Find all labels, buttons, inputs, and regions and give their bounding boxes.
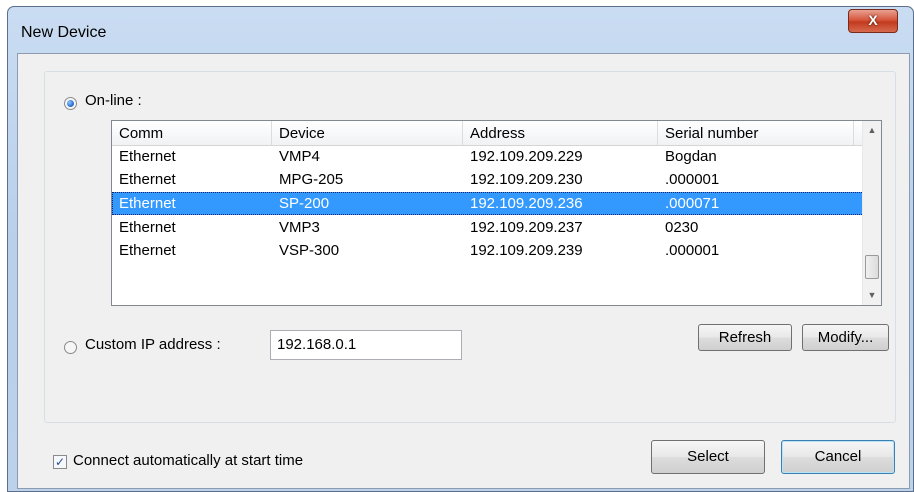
title-bar[interactable]: New Device X bbox=[8, 7, 913, 53]
column-serial-number[interactable]: Serial number bbox=[658, 121, 854, 145]
cell-device: MPG-205 bbox=[279, 171, 344, 188]
cell-device: VMP4 bbox=[279, 148, 320, 165]
modify-button[interactable]: Modify... bbox=[802, 324, 889, 351]
cell-comm: Ethernet bbox=[119, 195, 176, 212]
dialog-title: New Device bbox=[21, 24, 107, 41]
cell-address: 192.109.209.230 bbox=[470, 171, 583, 188]
custom-ip-input[interactable]: 192.168.0.1 bbox=[270, 330, 462, 360]
column-comm[interactable]: Comm bbox=[112, 121, 272, 145]
new-device-dialog: New Device X On-line : Comm Device Addre… bbox=[7, 6, 914, 492]
table-row-selected[interactable]: Ethernet SP-200 192.109.209.236 .000071 bbox=[112, 192, 864, 215]
table-row[interactable]: Ethernet VSP-300 192.109.209.239 .000001 bbox=[112, 239, 864, 262]
table-row[interactable]: Ethernet MPG-205 192.109.209.230 .000001 bbox=[112, 168, 864, 191]
cell-comm: Ethernet bbox=[119, 148, 176, 165]
cell-serial: .000071 bbox=[665, 195, 720, 212]
cancel-button[interactable]: Cancel bbox=[781, 440, 895, 474]
cell-device: VSP-300 bbox=[279, 242, 340, 259]
dialog-body: On-line : Comm Device Address Serial num… bbox=[17, 53, 910, 489]
scroll-up-arrow-icon[interactable]: ▲ bbox=[863, 122, 881, 139]
refresh-button[interactable]: Refresh bbox=[698, 324, 792, 351]
cell-serial: Bogdan bbox=[665, 148, 717, 165]
column-device[interactable]: Device bbox=[272, 121, 463, 145]
column-address[interactable]: Address bbox=[463, 121, 658, 145]
cell-device: VMP3 bbox=[279, 219, 320, 236]
cell-comm: Ethernet bbox=[119, 219, 176, 236]
cell-address: 192.109.209.239 bbox=[470, 242, 583, 259]
close-button[interactable]: X bbox=[848, 9, 898, 33]
custom-ip-radio[interactable] bbox=[64, 341, 77, 354]
device-list-header: Comm Device Address Serial number bbox=[112, 121, 864, 146]
select-button[interactable]: Select bbox=[651, 440, 765, 474]
cell-address: 192.109.209.237 bbox=[470, 219, 583, 236]
online-label: On-line : bbox=[85, 92, 142, 109]
autoconnect-checkbox[interactable]: ✓ bbox=[53, 455, 67, 469]
cell-device: SP-200 bbox=[279, 195, 330, 212]
cell-comm: Ethernet bbox=[119, 242, 176, 259]
vertical-scrollbar[interactable]: ▲ ▼ bbox=[862, 121, 881, 305]
scroll-down-arrow-icon[interactable]: ▼ bbox=[863, 287, 881, 304]
table-row[interactable]: Ethernet VMP4 192.109.209.229 Bogdan bbox=[112, 145, 864, 168]
cell-serial: .000001 bbox=[665, 171, 720, 188]
cell-comm: Ethernet bbox=[119, 171, 176, 188]
scrollbar-thumb[interactable] bbox=[865, 255, 879, 279]
online-radio[interactable] bbox=[64, 97, 77, 110]
table-row[interactable]: Ethernet VMP3 192.109.209.237 0230 bbox=[112, 216, 864, 239]
autoconnect-label: Connect automatically at start time bbox=[73, 452, 304, 469]
custom-ip-label: Custom IP address : bbox=[85, 336, 221, 353]
cell-address: 192.109.209.236 bbox=[470, 195, 583, 212]
cell-serial: .000001 bbox=[665, 242, 720, 259]
device-list[interactable]: Comm Device Address Serial number Ethern… bbox=[111, 120, 882, 306]
cell-address: 192.109.209.229 bbox=[470, 148, 583, 165]
cell-serial: 0230 bbox=[665, 219, 699, 236]
